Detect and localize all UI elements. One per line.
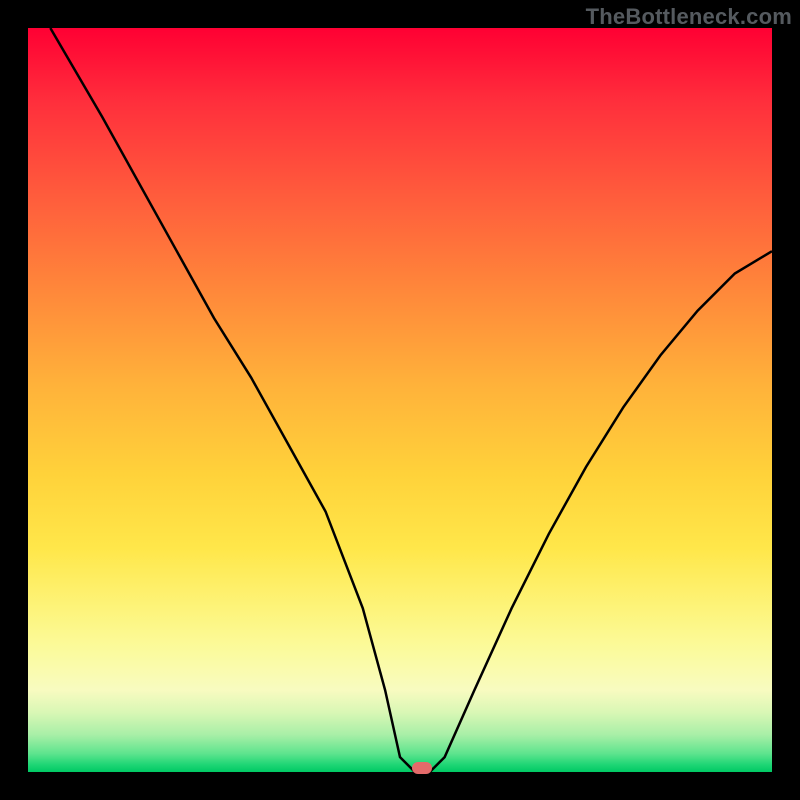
- watermark-text: TheBottleneck.com: [586, 4, 792, 30]
- optimum-marker: [412, 762, 432, 774]
- chart-frame: TheBottleneck.com: [0, 0, 800, 800]
- plot-area: [28, 28, 772, 772]
- curve-path: [50, 28, 772, 772]
- bottleneck-curve: [28, 28, 772, 772]
